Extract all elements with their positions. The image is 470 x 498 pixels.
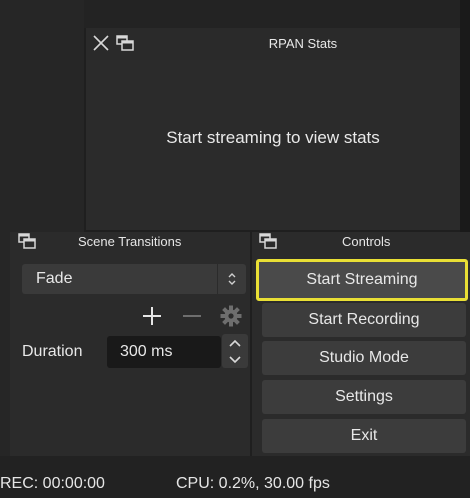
chevron-down-icon[interactable] <box>222 351 248 368</box>
rpan-stats-titlebar: RPAN Stats <box>86 28 460 60</box>
select-arrows-icon <box>217 264 246 294</box>
transition-select[interactable]: Fade <box>22 264 246 294</box>
plus-icon[interactable] <box>140 304 164 328</box>
stats-message: Start streaming to view stats <box>166 128 380 147</box>
left-edge <box>0 232 10 456</box>
exit-button[interactable]: Exit <box>262 419 466 453</box>
cpu-usage: CPU: 0.2%, 30.00 fps <box>176 475 330 492</box>
duration-label: Duration <box>22 343 83 360</box>
duration-value: 300 ms <box>120 343 173 360</box>
settings-button[interactable]: Settings <box>262 380 466 414</box>
obs-window: RPAN Stats Start streaming to view stats… <box>0 0 470 498</box>
recording-time: REC: 00:00:00 <box>0 475 105 492</box>
float-dock-icon[interactable] <box>18 233 36 249</box>
minus-icon[interactable] <box>180 304 204 328</box>
top-strip <box>84 0 460 28</box>
right-edge <box>460 0 470 232</box>
start-recording-button[interactable]: Start Recording <box>262 303 466 337</box>
start-streaming-button[interactable]: Start Streaming <box>256 259 468 301</box>
scene-transitions-title: Scene Transitions <box>78 234 182 249</box>
rpan-stats-title: RPAN Stats <box>268 36 338 51</box>
duration-input[interactable]: 300 ms <box>107 336 221 368</box>
transition-select-value: Fade <box>36 270 73 287</box>
float-dock-icon[interactable] <box>259 233 277 249</box>
close-icon[interactable] <box>92 34 110 52</box>
left-panel-remnant <box>0 0 84 232</box>
float-dock-icon[interactable] <box>116 35 134 51</box>
controls-title: Controls <box>342 234 391 249</box>
chevron-up-icon[interactable] <box>222 334 248 351</box>
gear-icon[interactable] <box>219 304 243 328</box>
duration-stepper[interactable] <box>222 334 248 368</box>
studio-mode-button[interactable]: Studio Mode <box>262 341 466 375</box>
